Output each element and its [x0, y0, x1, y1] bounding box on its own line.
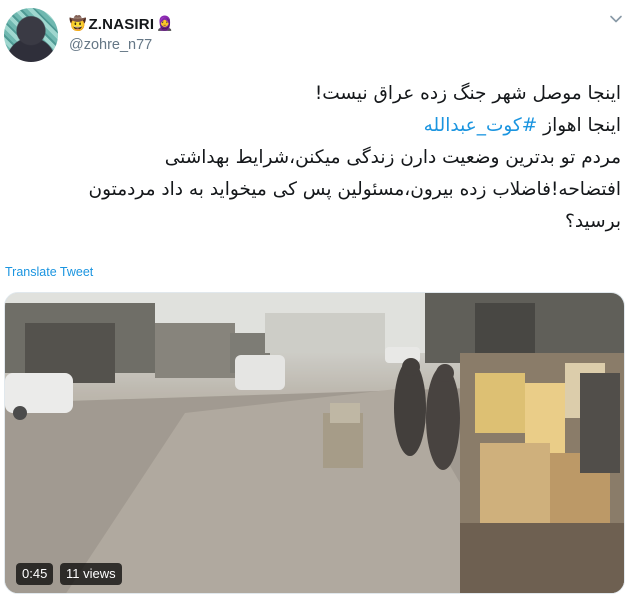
tweet-line-5: برسید؟ [565, 211, 621, 232]
display-name[interactable]: Z.NASIRI [88, 16, 154, 33]
translate-tweet-link[interactable]: Translate Tweet [5, 265, 93, 279]
chevron-down-icon[interactable] [609, 12, 623, 26]
tweet-text: اینجا موصل شهر جنگ زده عراق نیست! اینجا … [31, 78, 621, 238]
video-thumbnail [5, 293, 624, 593]
tweet-line-2-prefix: اینجا اهواز [537, 115, 621, 136]
tweet-line-2: اینجا اهواز #کوت_عبدالله [31, 110, 621, 142]
video-player[interactable]: 0:45 11 views [4, 292, 625, 594]
video-views-badge: 11 views [60, 563, 122, 585]
avatar[interactable] [4, 8, 58, 62]
cowboy-emoji-icon: 🤠 [69, 16, 87, 32]
tweet-line-1: اینجا موصل شهر جنگ زده عراق نیست! [314, 83, 621, 104]
user-handle[interactable]: @zohre_n77 [69, 37, 152, 53]
tweet-line-3: مردم تو بدترین وضعیت دارن زندگی میکنن،شر… [164, 147, 621, 168]
author-name-row[interactable]: 🤠 Z.NASIRI 🧕 [69, 14, 174, 34]
video-duration-badge: 0:45 [16, 563, 54, 585]
hashtag-link[interactable]: #کوت_عبدالله [424, 115, 538, 136]
tweet-line-4: افتضاحه!فاضلاب زده بیرون،مسئولین پس کی م… [88, 179, 621, 200]
headscarf-emoji-icon: 🧕 [156, 16, 174, 32]
